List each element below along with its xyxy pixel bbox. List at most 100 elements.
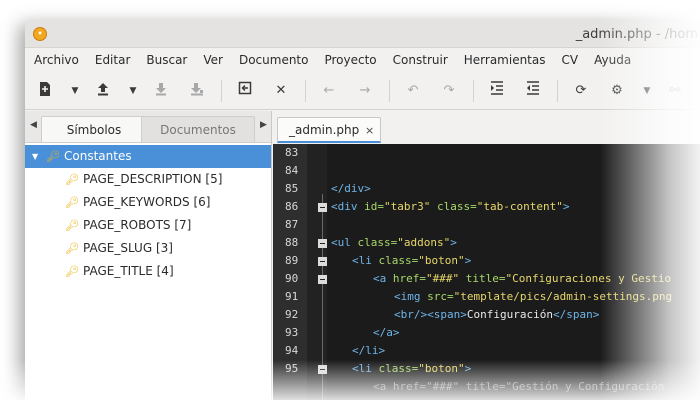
dropdown-arrow-icon[interactable]: ▼ [641, 81, 653, 101]
link-icon[interactable]: ⚯ [665, 81, 685, 101]
code-text: <img src="template/pics/admin-settings.p… [394, 288, 672, 306]
tree-item[interactable]: 🔑︎ PAGE_SLUG [3] [25, 237, 271, 260]
app-icon: • [33, 27, 47, 41]
dropdown-arrow-icon[interactable]: ▼ [69, 81, 81, 101]
code-text: </a> [373, 324, 400, 342]
new-icon[interactable] [35, 81, 55, 101]
line-number: 89 [285, 254, 299, 267]
constant-icon: 🔑︎ [65, 219, 79, 232]
code-token: <br/><span> [394, 308, 467, 321]
scroll-right-icon[interactable]: ▶ [260, 120, 267, 130]
forward-icon[interactable]: → [355, 81, 375, 101]
fold-toggle-icon[interactable] [318, 365, 327, 374]
fold-toggle-icon[interactable] [318, 203, 327, 212]
unindent-icon[interactable] [523, 81, 543, 101]
save-all-icon[interactable] [187, 81, 207, 101]
scroll-left-icon[interactable]: ◀ [30, 120, 37, 130]
code-text-partial: <a href="###" title="Gestión y Configura… [373, 380, 665, 393]
document-tab[interactable]: _admin.php × [277, 117, 381, 143]
code-token: Configuración [466, 308, 553, 321]
menu-documento[interactable]: Documento [231, 48, 317, 72]
toolbar-separator [389, 80, 390, 102]
menu-buscar[interactable]: Buscar [138, 48, 195, 72]
close-icon[interactable]: ✕ [271, 81, 291, 101]
line-number: 94 [285, 344, 299, 357]
save-icon[interactable] [151, 81, 171, 101]
close-tab-icon[interactable]: × [365, 118, 374, 143]
menu-construir[interactable]: Construir [385, 48, 456, 72]
tree-item-label: Constantes [64, 149, 132, 163]
toolbar-separator [473, 80, 474, 102]
code-token: > [562, 200, 570, 213]
toolbar-separator [221, 80, 222, 102]
dropdown-arrow-icon[interactable]: ▼ [127, 81, 139, 101]
code-token: "boton" [418, 362, 465, 375]
redo-icon[interactable]: ↷ [439, 81, 459, 101]
tab-documentos[interactable]: Documentos [141, 116, 255, 142]
code-text: <br/><span>Configuración</span> [394, 306, 599, 324]
document-tab-label: _admin.php [289, 123, 360, 137]
tree-item-label: PAGE_TITLE [4] [83, 264, 174, 278]
fold-toggle-icon[interactable] [318, 239, 327, 248]
code-line: 90 <a href="###" title="Configuraciones y… [273, 270, 700, 288]
menu-archivo[interactable]: Archivo [25, 48, 87, 72]
code-token: <li [352, 362, 379, 375]
code-editor[interactable]: 83 84 85 </div> 86 <div id="tabr3" class="… [273, 144, 700, 400]
code-token: class= [378, 254, 419, 267]
tree-item[interactable]: 🔑︎ PAGE_KEYWORDS [6] [25, 191, 271, 214]
code-token: <li [352, 254, 379, 267]
title-bar: • _admin.php - /hom [25, 20, 700, 48]
menu-ver[interactable]: Ver [195, 48, 231, 72]
code-token: "template/pics/admin-settings.png [453, 290, 673, 303]
line-number: 83 [285, 146, 299, 159]
code-token: <a [373, 272, 393, 285]
code-token: "addons" [397, 236, 451, 249]
code-token: class= [436, 200, 477, 213]
code-token: > [450, 236, 457, 249]
code-token: "###" [426, 272, 466, 285]
tree-item[interactable]: 🔑︎ PAGE_DESCRIPTION [5] [25, 168, 271, 191]
tree-item[interactable]: 🔑︎ PAGE_ROBOTS [7] [25, 214, 271, 237]
constant-icon: 🔑︎ [65, 173, 79, 186]
menu-proyecto[interactable]: Proyecto [316, 48, 384, 72]
open-icon[interactable] [93, 81, 113, 101]
code-text: <a href="###" title="Configuraciones y G… [373, 270, 671, 288]
code-token: src= [427, 290, 454, 303]
tree-item[interactable]: 🔑︎ PAGE_TITLE [4] [25, 260, 271, 283]
fold-toggle-icon[interactable] [318, 275, 327, 284]
toolbar-separator [557, 80, 558, 102]
fold-toggle-icon[interactable] [318, 257, 327, 266]
line-number: 88 [285, 236, 299, 249]
code-text: <li class="boton"> [352, 252, 471, 270]
menu-herramientas[interactable]: Herramientas [456, 48, 554, 72]
tree-item-constantes[interactable]: ▼ 🔑︎ Constantes [25, 145, 271, 168]
tree-item-label: PAGE_KEYWORDS [6] [83, 195, 211, 209]
code-line: 89 <li class="boton"> [273, 252, 700, 270]
line-number: 84 [285, 164, 299, 177]
menu-ayuda[interactable]: Ayuda [586, 48, 639, 72]
code-line: 93 </a> [273, 324, 700, 342]
menu-bar: Archivo Editar Buscar Ver Documento Proyecto C… [25, 48, 700, 72]
line-number: 92 [285, 308, 299, 321]
revert-icon[interactable] [235, 81, 255, 101]
menu-editar[interactable]: Editar [87, 48, 139, 72]
reload-icon[interactable]: ⟳ [571, 81, 591, 101]
tree-item-label: PAGE_SLUG [3] [83, 241, 173, 255]
editor-area: _admin.php × 83 84 85 </div> 86 <div id="t… [273, 111, 700, 400]
settings-icon[interactable]: ⚙ [607, 81, 627, 101]
code-text: </li> [352, 342, 385, 360]
application-window: • _admin.php - /hom Archivo Editar Buscar V… [25, 20, 700, 400]
back-icon[interactable]: ← [319, 81, 339, 101]
line-number: 91 [285, 290, 299, 303]
code-line: 94 </li> [273, 342, 700, 360]
expand-arrow-icon[interactable]: ▼ [32, 145, 38, 168]
indent-icon[interactable] [487, 81, 507, 101]
code-line: 88 <ul class="addons"> [273, 234, 700, 252]
menu-cv[interactable]: CV [554, 48, 587, 72]
code-text: <ul class="addons"> [331, 234, 457, 252]
code-token: <img [394, 290, 428, 303]
code-token: class= [378, 362, 419, 375]
line-number: 93 [285, 326, 299, 339]
undo-icon[interactable]: ↶ [403, 81, 423, 101]
tab-simbolos[interactable]: Símbolos [41, 116, 147, 142]
